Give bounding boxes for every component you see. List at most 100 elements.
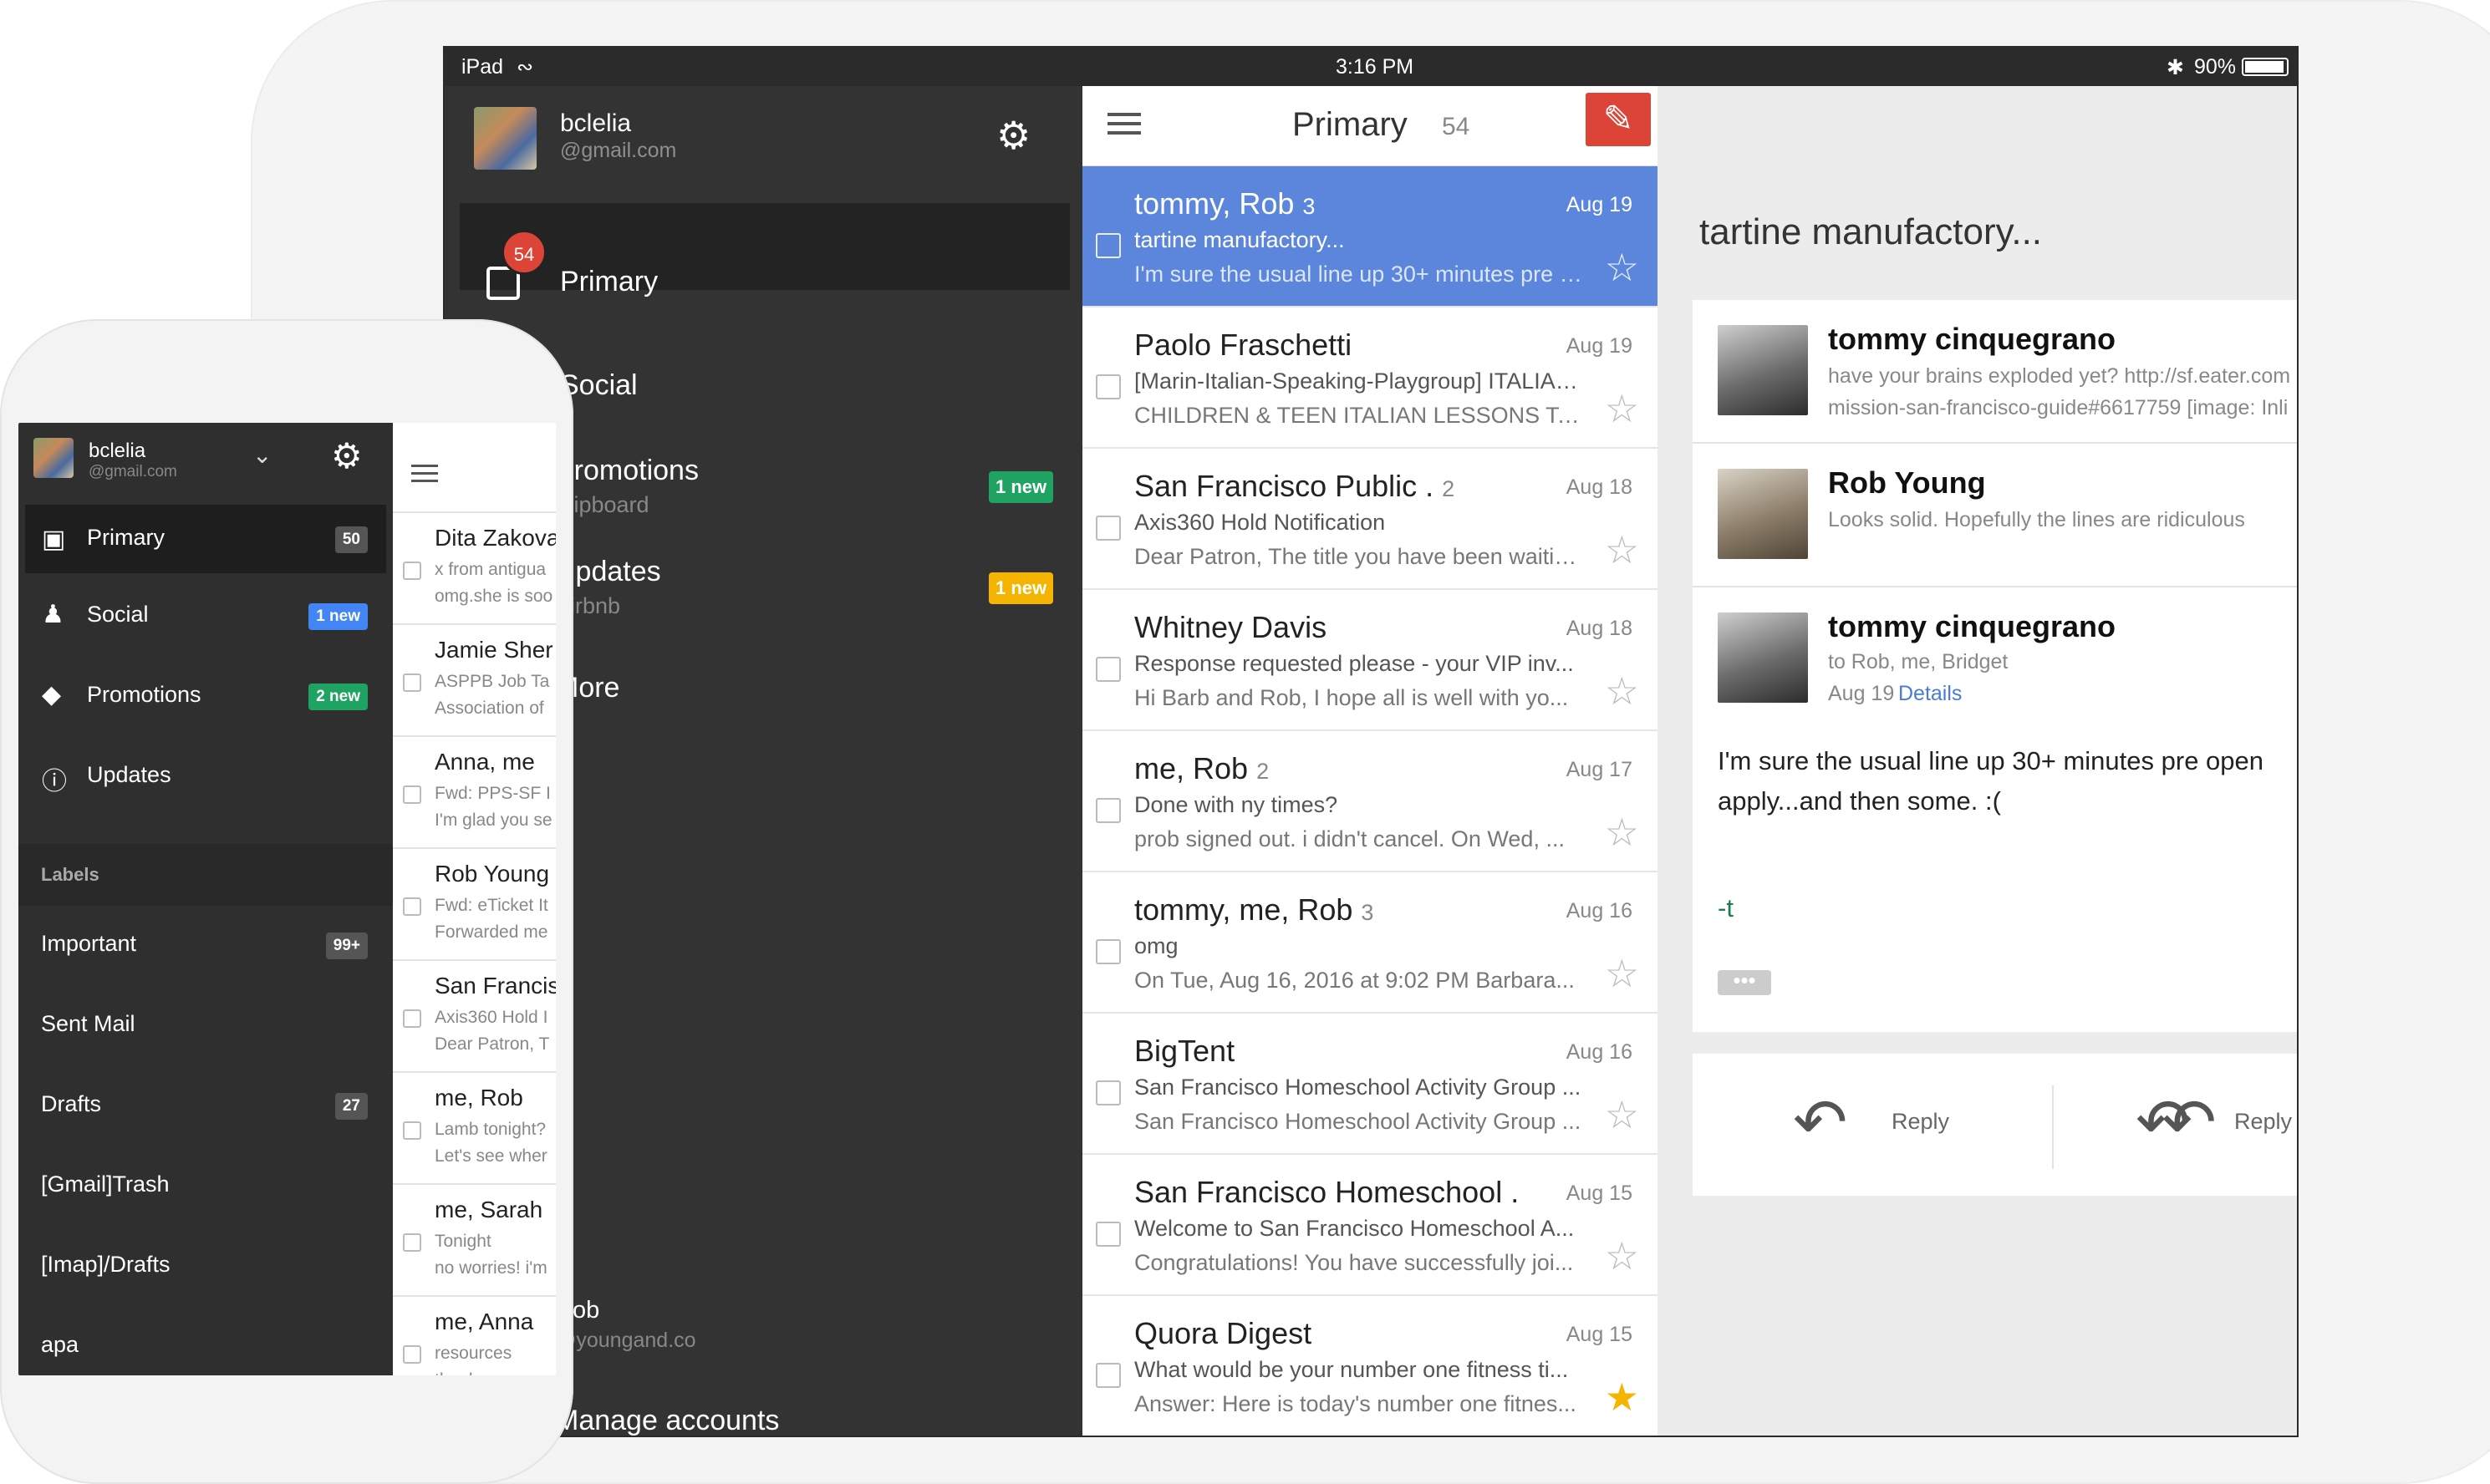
message-row[interactable]: me, Anna resources thanks so muc: [393, 1297, 556, 1375]
row-checkbox[interactable]: [403, 785, 421, 804]
drawer-item-badge: 2 new: [308, 684, 368, 710]
status-time: 3:16 PM: [1336, 55, 1414, 79]
message-row[interactable]: me, Rob 2 Aug 17 Done with ny times? prob si…: [1082, 731, 1657, 872]
conversation-pane: tartine manufactory... tommy cinquegrano…: [1657, 86, 2297, 1436]
row-checkbox[interactable]: [403, 673, 421, 692]
star-icon[interactable]: ☆: [1605, 527, 1639, 572]
row-checkbox[interactable]: [1096, 374, 1121, 399]
row-checkbox[interactable]: [403, 1009, 421, 1028]
label-item[interactable]: apa: [18, 1307, 393, 1375]
details-link[interactable]: Details: [1898, 682, 1962, 706]
star-icon[interactable]: ☆: [1605, 951, 1639, 996]
menu-icon[interactable]: [1108, 113, 1141, 138]
message-row[interactable]: Paolo Fraschetti Aug 19 [Marin-Italian-Spe…: [1082, 307, 1657, 449]
account-email: @gmail.com: [560, 139, 677, 162]
row-checkbox[interactable]: [1096, 233, 1121, 258]
star-icon[interactable]: ☆: [1605, 386, 1639, 431]
drawer-item-updates[interactable]: ⓘ Updates: [18, 737, 393, 817]
label-item[interactable]: Sent Mail: [18, 986, 393, 1066]
row-date: Aug 19: [1566, 193, 1632, 216]
collapsed-message[interactable]: tommy cinquegrano have your brains explo…: [1693, 300, 2297, 444]
row-date: Aug 16: [1566, 1040, 1632, 1064]
drawer-item-promotions[interactable]: ◆ Promotions 2 new: [18, 657, 393, 737]
label-item[interactable]: Important 99+: [18, 906, 393, 986]
message-row[interactable]: tommy, Rob 3 Aug 19 tartine manufactory... I…: [1082, 166, 1657, 307]
row-sender: Whitney Davis: [1134, 610, 1335, 645]
row-subject: Response requested please - your VIP inv…: [1134, 651, 1574, 676]
show-trimmed-button[interactable]: •••: [1718, 969, 1771, 995]
row-snippet: Dear Patron, The title you have been wai…: [1134, 544, 1586, 569]
message-row[interactable]: me, Sarah Tonight no worries! i'm: [393, 1185, 556, 1297]
message-row[interactable]: Quora Digest Aug 15 What would be your num…: [1082, 1296, 1657, 1436]
message-row[interactable]: Jamie Sher ASPPB Job Ta Association of: [393, 625, 556, 737]
row-subject: ASPPB Job Ta: [435, 672, 550, 691]
row-checkbox[interactable]: [1096, 1222, 1121, 1247]
message-row[interactable]: San Francisco Public . 2 Aug 18 Axis360 Hol…: [1082, 449, 1657, 590]
row-checkbox[interactable]: [1096, 657, 1121, 682]
drawer-item-social[interactable]: ♟ Social 1 new: [18, 577, 393, 657]
message-row[interactable]: Anna, me Fwd: PPS-SF I I'm glad you se: [393, 737, 556, 849]
gear-icon[interactable]: ⚙: [996, 115, 1036, 155]
star-icon[interactable]: ☆: [1605, 668, 1639, 714]
pencil-icon: ✎: [1602, 99, 1634, 140]
labels-header: Labels: [18, 844, 393, 906]
star-icon[interactable]: ☆: [1605, 1233, 1639, 1278]
message-row[interactable]: San Francis Axis360 Hold I Dear Patron, T: [393, 961, 556, 1073]
chevron-down-icon[interactable]: ⌄: [252, 441, 272, 469]
row-checkbox[interactable]: [1096, 516, 1121, 541]
reply-icon: ↶: [1793, 1085, 1848, 1159]
collapsed-message[interactable]: Rob Young Looks solid. Hopefully the lin…: [1693, 444, 2297, 587]
row-checkbox[interactable]: [1096, 939, 1121, 964]
row-checkbox[interactable]: [1096, 798, 1121, 823]
row-checkbox[interactable]: [403, 897, 421, 916]
drawer-item-primary[interactable]: [460, 203, 1070, 290]
row-snippet: On Tue, Aug 16, 2016 at 9:02 PM Barbara.…: [1134, 968, 1575, 993]
drawer-item-primary[interactable]: ▣ Primary 50: [25, 505, 386, 573]
info-icon: ⓘ: [42, 768, 67, 795]
message-row[interactable]: Whitney Davis Aug 18 Response requested pl…: [1082, 590, 1657, 731]
avatar[interactable]: [474, 107, 537, 170]
avatar[interactable]: [33, 438, 74, 478]
inbox-icon: ▣: [42, 526, 66, 553]
message-row[interactable]: Rob Young Fwd: eTicket It Forwarded me: [393, 849, 556, 961]
row-subject: Axis360 Hold I: [435, 1008, 548, 1027]
row-subject: Fwd: eTicket It: [435, 896, 548, 915]
row-checkbox[interactable]: [403, 1345, 421, 1364]
labels-header-text: Labels: [41, 864, 99, 885]
reply-all-label: Reply: [2234, 1109, 2293, 1134]
star-icon[interactable]: ☆: [1605, 810, 1639, 855]
label-item[interactable]: [Gmail]Trash: [18, 1146, 393, 1227]
row-subject: Fwd: PPS-SF I: [435, 784, 551, 803]
row-subject: x from antigua: [435, 560, 547, 579]
message-row[interactable]: BigTent Aug 16 San Francisco Homeschool Ac…: [1082, 1014, 1657, 1155]
row-checkbox[interactable]: [403, 1233, 421, 1252]
row-checkbox[interactable]: [403, 1121, 421, 1140]
menu-icon[interactable]: [411, 465, 438, 490]
star-icon[interactable]: ☆: [1605, 1092, 1639, 1137]
account-name: bclelia: [560, 109, 632, 137]
phone-drawer: bclelia @gmail.com ⌄ ⚙ ▣ Primary 50 ♟ Social…: [18, 423, 393, 1375]
ipad-screen: iPad ∾ 3:16 PM ✱ 90% bclelia @gmail.com …: [443, 46, 2299, 1437]
manage-accounts[interactable]: Manage accounts: [555, 1405, 779, 1436]
message-row[interactable]: me, Rob Lamb tonight? Let's see wher: [393, 1073, 556, 1185]
row-checkbox[interactable]: [1096, 1363, 1121, 1388]
reply-all-button[interactable]: ↶↶ Reply: [2136, 1089, 2297, 1156]
message-row[interactable]: tommy, me, Rob 3 Aug 16 omg On Tue, Aug 16, …: [1082, 872, 1657, 1014]
label-item[interactable]: [Imap]/Drafts: [18, 1227, 393, 1307]
compose-button[interactable]: ✎: [1586, 93, 1651, 146]
star-icon[interactable]: ★: [1605, 1375, 1639, 1420]
label-item-badge: 99+: [325, 933, 368, 959]
row-checkbox[interactable]: [1096, 1080, 1121, 1105]
star-icon[interactable]: ☆: [1605, 245, 1639, 290]
message-row[interactable]: Dita Zakova x from antigua omg.she is soo: [393, 513, 556, 625]
reply-button[interactable]: ↶ Reply: [1793, 1089, 2010, 1156]
message-row[interactable]: San Francisco Homeschool . Aug 15 Welcome …: [1082, 1155, 1657, 1296]
row-checkbox[interactable]: [403, 562, 421, 580]
gear-icon[interactable]: ⚙: [331, 436, 363, 476]
drawer-item-promotions[interactable]: Promotions: [555, 455, 699, 487]
label-item[interactable]: Drafts 27: [18, 1066, 393, 1146]
sender-name: tommy cinquegrano: [1828, 609, 2116, 643]
message-date: Aug 19: [1828, 682, 1895, 705]
row-sender-text: San Francisco Public .: [1134, 469, 1434, 503]
iphone-screen: bclelia @gmail.com ⌄ ⚙ ▣ Primary 50 ♟ Social…: [18, 423, 556, 1375]
